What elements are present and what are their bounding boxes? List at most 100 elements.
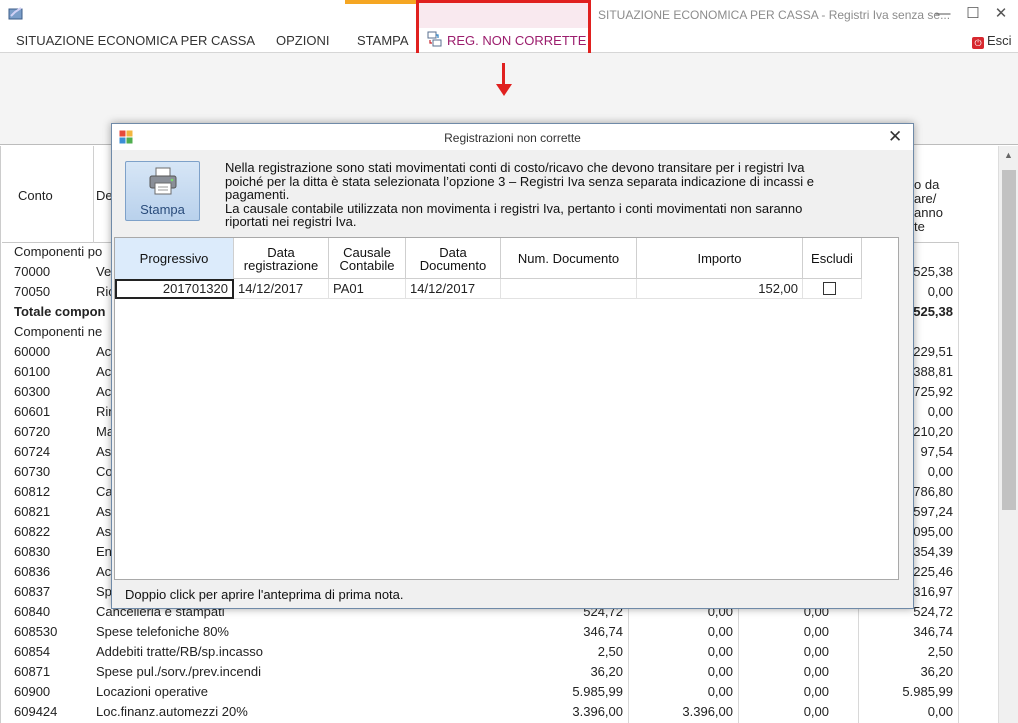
cell-num-documento[interactable] — [501, 279, 637, 299]
cell-conto: Componenti ne — [14, 324, 103, 339]
cell-value-2: 0,00 — [707, 644, 733, 659]
cell-value-4: 97,54 — [920, 444, 953, 459]
cell-value-4: 229,51 — [913, 344, 953, 359]
column-separator — [958, 243, 959, 723]
message-line: poiché per la ditta è stata selezionata … — [225, 173, 814, 189]
column-header-num-documento[interactable]: Num. Documento — [501, 238, 637, 279]
dialog-title: Registrazioni non corrette — [444, 131, 581, 145]
table-row[interactable]: 201701320 14/12/2017 PA01 14/12/2017 152… — [115, 279, 862, 299]
cell-value-2: 0,00 — [707, 684, 733, 699]
cell-conto: 60830 — [14, 544, 51, 559]
cell-conto: 60837 — [14, 584, 51, 599]
dialog-titlebar: Registrazioni non corrette ✕ — [112, 124, 913, 150]
cell-value-2: 3.396,00 — [682, 704, 733, 719]
window-title: SITUAZIONE ECONOMICA PER CASSA - Registr… — [598, 8, 951, 22]
message-line: La causale contabile utilizzata non movi… — [225, 200, 803, 216]
cell-conto: Componenti po — [14, 244, 103, 259]
exit-label: Esci — [987, 33, 1012, 48]
cell-descrizione: Ac — [96, 564, 112, 579]
cell-value-2: 0,00 — [707, 624, 733, 639]
cell-value-4: 597,24 — [913, 504, 953, 519]
scroll-up-icon[interactable]: ▲ — [1004, 150, 1013, 160]
report-scrollbar[interactable]: ▲ — [998, 146, 1018, 723]
cell-value-4: 346,74 — [913, 624, 953, 639]
cell-progressivo[interactable]: 201701320 — [115, 279, 234, 299]
cell-conto: Totale compon — [14, 304, 106, 319]
cell-value-4: 388,81 — [913, 364, 953, 379]
cell-conto: 60300 — [14, 384, 51, 399]
cell-causale[interactable]: PA01 — [329, 279, 406, 299]
cell-conto: 70050 — [14, 284, 51, 299]
column-header-data-documento[interactable]: Data Documento — [406, 238, 501, 279]
cell-value-3: 0,00 — [803, 704, 829, 719]
message-line: riportati nei registri Iva. — [225, 214, 357, 229]
report-row[interactable]: 608530 Spese telefoniche 80% 346,74 0,00 0,0… — [2, 621, 959, 641]
report-row[interactable]: 60871 Spese pul./sorv./prev.incendi 36,20 0… — [2, 661, 959, 681]
cell-conto: 60000 — [14, 344, 51, 359]
cell-descrizione: Spese pul./sorv./prev.incendi — [96, 664, 261, 679]
column-header-importo[interactable]: Importo — [637, 238, 803, 279]
close-window-button[interactable]: ✕ — [990, 4, 1012, 24]
cell-value-1: 36,20 — [590, 664, 623, 679]
message-line: pagamenti. — [225, 187, 290, 202]
cell-conto: 70000 — [14, 264, 51, 279]
cell-value-4: 0,00 — [927, 704, 953, 719]
cell-value-4: 2,50 — [927, 644, 953, 659]
column-header-escludi[interactable]: Escludi — [803, 238, 862, 279]
message-line: Nella registrazione sono stati movimenta… — [225, 160, 805, 175]
dialog-close-button[interactable]: ✕ — [888, 127, 902, 147]
cell-descrizione: As — [96, 524, 112, 539]
cell-value-1: 2,50 — [597, 644, 623, 659]
cell-value-4: 316,97 — [913, 584, 953, 599]
cell-conto: 60730 — [14, 464, 51, 479]
menu-opzioni[interactable]: OPZIONI — [276, 33, 329, 48]
cell-escludi[interactable] — [803, 279, 862, 299]
cell-descrizione: As — [96, 444, 112, 459]
exit-button[interactable]: ⏻ Esci — [972, 33, 1012, 49]
dialog-message: Nella registrazione sono stati movimenta… — [225, 161, 895, 229]
cell-value-2: 0,00 — [707, 664, 733, 679]
exit-icon: ⏻ — [972, 37, 984, 49]
report-row[interactable]: 609424 Loc.finanz.automezzi 20% 3.396,00 3.… — [2, 701, 959, 721]
cell-descrizione: Ac — [96, 364, 112, 379]
cell-descrizione: Ac — [96, 344, 112, 359]
cell-value-4: 525,38 — [913, 264, 953, 279]
column-header-data-registrazione[interactable]: Data registrazione — [234, 238, 329, 279]
cell-conto: 60601 — [14, 404, 51, 419]
header-last-line: te — [914, 219, 925, 234]
menu-situazione-economica[interactable]: SITUAZIONE ECONOMICA PER CASSA — [16, 33, 255, 48]
scroll-thumb[interactable] — [1002, 170, 1016, 510]
print-button[interactable]: Stampa — [125, 161, 200, 221]
cell-conto: 60100 — [14, 364, 51, 379]
cell-value-4: 524,72 — [913, 604, 953, 619]
dialog-footer-hint: Doppio click per aprire l'anteprima di p… — [125, 587, 404, 602]
escludi-checkbox[interactable] — [823, 282, 836, 295]
minimize-button[interactable]: — — [932, 4, 954, 24]
cell-value-4: 0,00 — [927, 404, 953, 419]
cell-descrizione: Locazioni operative — [96, 684, 209, 699]
records-grid: Progressivo Data registrazione Causale C… — [114, 237, 899, 580]
header-last-line: are/ — [914, 191, 937, 206]
stampa-tab-accent — [345, 0, 417, 4]
cell-conto: 60854 — [14, 644, 51, 659]
cell-descrizione: En — [96, 544, 112, 559]
cell-descrizione: As — [96, 504, 112, 519]
print-button-label: Stampa — [140, 202, 185, 217]
menu-stampa[interactable]: STAMPA — [357, 33, 409, 48]
column-header-causale-contabile[interactable]: Causale Contabile — [329, 238, 406, 279]
cell-data-registrazione[interactable]: 14/12/2017 — [234, 279, 329, 299]
arrow-down-icon — [502, 63, 505, 86]
report-row[interactable]: 60900 Locazioni operative 5.985,99 0,00 0,00… — [2, 681, 959, 701]
cell-data-documento[interactable]: 14/12/2017 — [406, 279, 501, 299]
cell-descrizione: Spese telefoniche 80% — [96, 624, 229, 639]
cell-value-4: 786,80 — [913, 484, 953, 499]
column-header-progressivo[interactable]: Progressivo — [115, 238, 234, 279]
maximize-button[interactable]: ☐ — [962, 4, 984, 24]
report-row[interactable]: 60854 Addebiti tratte/RB/sp.incasso 2,50 0,… — [2, 641, 959, 661]
cell-value-4: 725,92 — [913, 384, 953, 399]
cell-importo[interactable]: 152,00 — [637, 279, 803, 299]
cell-descrizione: Loc.finanz.automezzi 20% — [96, 704, 248, 719]
cell-value-4: 095,00 — [913, 524, 953, 539]
printer-icon — [149, 167, 177, 195]
cell-value-4: 36,20 — [920, 664, 953, 679]
